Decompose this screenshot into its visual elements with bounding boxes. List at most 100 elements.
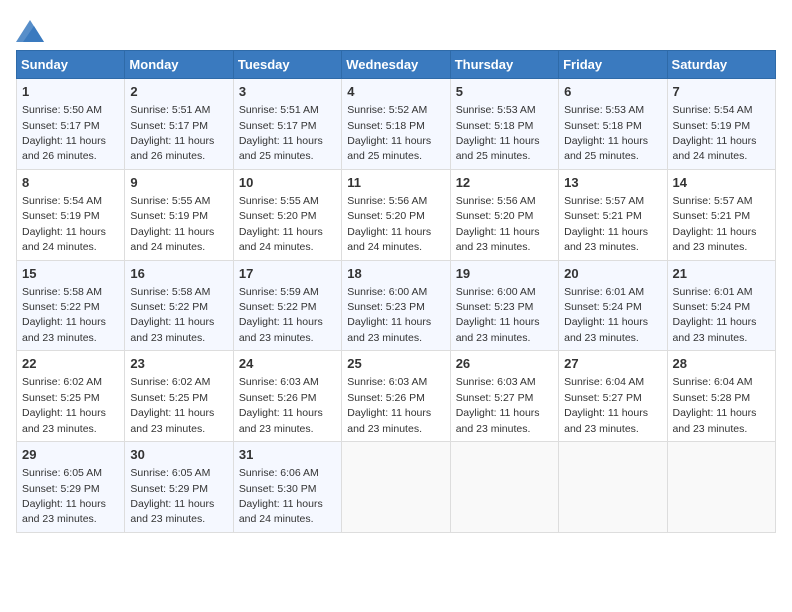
- day-number: 15: [22, 265, 119, 283]
- calendar-body: 1 Sunrise: 5:50 AM Sunset: 5:17 PM Daylig…: [17, 79, 776, 533]
- day-info: Sunrise: 6:05 AM Sunset: 5:29 PM Dayligh…: [130, 467, 214, 525]
- day-number: 8: [22, 174, 119, 192]
- calendar-cell: 13Sunrise: 5:57 AM Sunset: 5:21 PM Dayli…: [559, 169, 667, 260]
- day-number: 21: [673, 265, 770, 283]
- calendar-cell: 9 Sunrise: 5:55 AM Sunset: 5:19 PM Daylig…: [125, 169, 233, 260]
- calendar-header-row: SundayMondayTuesdayWednesdayThursdayFrid…: [17, 51, 776, 79]
- calendar-cell: 22 Sunrise: 6:02 AM Sunset: 5:25 PM Dayli…: [17, 351, 125, 442]
- page-header: [16, 16, 776, 42]
- day-info: Sunrise: 6:00 AM Sunset: 5:23 PM Dayligh…: [347, 286, 431, 344]
- calendar-week-3: 15 Sunrise: 5:58 AM Sunset: 5:22 PM Dayli…: [17, 260, 776, 351]
- day-number: 10: [239, 174, 336, 192]
- day-info: Sunrise: 6:00 AM Sunset: 5:23 PM Dayligh…: [456, 286, 540, 344]
- day-number: 3: [239, 83, 336, 101]
- day-header-wednesday: Wednesday: [342, 51, 450, 79]
- day-header-monday: Monday: [125, 51, 233, 79]
- day-number: 6: [564, 83, 661, 101]
- day-info: Sunrise: 6:01 AM Sunset: 5:24 PM Dayligh…: [673, 286, 757, 344]
- day-number: 28: [673, 355, 770, 373]
- day-info: Sunrise: 5:51 AM Sunset: 5:17 PM Dayligh…: [239, 104, 323, 162]
- day-info: Sunrise: 5:53 AM Sunset: 5:18 PM Dayligh…: [564, 104, 648, 162]
- day-number: 16: [130, 265, 227, 283]
- day-number: 5: [456, 83, 553, 101]
- day-number: 14: [673, 174, 770, 192]
- calendar-cell: 31Sunrise: 6:06 AM Sunset: 5:30 PM Dayli…: [233, 442, 341, 533]
- calendar-week-1: 1 Sunrise: 5:50 AM Sunset: 5:17 PM Daylig…: [17, 79, 776, 170]
- calendar-cell: 15 Sunrise: 5:58 AM Sunset: 5:22 PM Dayli…: [17, 260, 125, 351]
- day-number: 24: [239, 355, 336, 373]
- calendar-cell: 16 Sunrise: 5:58 AM Sunset: 5:22 PM Dayli…: [125, 260, 233, 351]
- calendar-cell: 1 Sunrise: 5:50 AM Sunset: 5:17 PM Daylig…: [17, 79, 125, 170]
- day-info: Sunrise: 5:55 AM Sunset: 5:20 PM Dayligh…: [239, 195, 323, 253]
- day-number: 17: [239, 265, 336, 283]
- day-info: Sunrise: 5:56 AM Sunset: 5:20 PM Dayligh…: [347, 195, 431, 253]
- day-header-sunday: Sunday: [17, 51, 125, 79]
- calendar-cell: 14 Sunrise: 5:57 AM Sunset: 5:21 PM Dayli…: [667, 169, 775, 260]
- day-info: Sunrise: 5:51 AM Sunset: 5:17 PM Dayligh…: [130, 104, 214, 162]
- day-number: 7: [673, 83, 770, 101]
- calendar-cell: 2 Sunrise: 5:51 AM Sunset: 5:17 PM Daylig…: [125, 79, 233, 170]
- day-info: Sunrise: 6:01 AM Sunset: 5:24 PM Dayligh…: [564, 286, 648, 344]
- logo-icon: [16, 20, 44, 42]
- day-info: Sunrise: 5:55 AM Sunset: 5:19 PM Dayligh…: [130, 195, 214, 253]
- calendar-cell: 18 Sunrise: 6:00 AM Sunset: 5:23 PM Dayli…: [342, 260, 450, 351]
- day-info: Sunrise: 5:57 AM Sunset: 5:21 PM Dayligh…: [673, 195, 757, 253]
- calendar-cell: [450, 442, 558, 533]
- day-number: 11: [347, 174, 444, 192]
- day-number: 9: [130, 174, 227, 192]
- day-info: Sunrise: 6:03 AM Sunset: 5:26 PM Dayligh…: [239, 376, 323, 434]
- day-number: 25: [347, 355, 444, 373]
- calendar-cell: [559, 442, 667, 533]
- day-info: Sunrise: 6:06 AM Sunset: 5:30 PM Dayligh…: [239, 467, 323, 525]
- day-info: Sunrise: 5:52 AM Sunset: 5:18 PM Dayligh…: [347, 104, 431, 162]
- calendar-cell: 10 Sunrise: 5:55 AM Sunset: 5:20 PM Dayli…: [233, 169, 341, 260]
- day-number: 1: [22, 83, 119, 101]
- day-number: 12: [456, 174, 553, 192]
- day-number: 4: [347, 83, 444, 101]
- calendar-cell: [667, 442, 775, 533]
- day-info: Sunrise: 5:50 AM Sunset: 5:17 PM Dayligh…: [22, 104, 106, 162]
- day-header-friday: Friday: [559, 51, 667, 79]
- calendar-cell: 20 Sunrise: 6:01 AM Sunset: 5:24 PM Dayli…: [559, 260, 667, 351]
- day-number: 19: [456, 265, 553, 283]
- calendar-cell: 25Sunrise: 6:03 AM Sunset: 5:26 PM Dayli…: [342, 351, 450, 442]
- day-info: Sunrise: 5:58 AM Sunset: 5:22 PM Dayligh…: [22, 286, 106, 344]
- calendar-week-2: 8 Sunrise: 5:54 AM Sunset: 5:19 PM Daylig…: [17, 169, 776, 260]
- calendar-cell: 11 Sunrise: 5:56 AM Sunset: 5:20 PM Dayli…: [342, 169, 450, 260]
- day-info: Sunrise: 5:54 AM Sunset: 5:19 PM Dayligh…: [22, 195, 106, 253]
- calendar-cell: 5Sunrise: 5:53 AM Sunset: 5:18 PM Daylig…: [450, 79, 558, 170]
- calendar-cell: 28 Sunrise: 6:04 AM Sunset: 5:28 PM Dayli…: [667, 351, 775, 442]
- day-info: Sunrise: 5:54 AM Sunset: 5:19 PM Dayligh…: [673, 104, 757, 162]
- day-info: Sunrise: 6:03 AM Sunset: 5:27 PM Dayligh…: [456, 376, 540, 434]
- calendar-cell: 26 Sunrise: 6:03 AM Sunset: 5:27 PM Dayli…: [450, 351, 558, 442]
- calendar-cell: 29Sunrise: 6:05 AM Sunset: 5:29 PM Dayli…: [17, 442, 125, 533]
- day-number: 26: [456, 355, 553, 373]
- day-header-thursday: Thursday: [450, 51, 558, 79]
- logo: [16, 20, 48, 42]
- calendar-cell: 6 Sunrise: 5:53 AM Sunset: 5:18 PM Daylig…: [559, 79, 667, 170]
- day-number: 27: [564, 355, 661, 373]
- calendar-cell: 17 Sunrise: 5:59 AM Sunset: 5:22 PM Dayli…: [233, 260, 341, 351]
- calendar-cell: 12 Sunrise: 5:56 AM Sunset: 5:20 PM Dayli…: [450, 169, 558, 260]
- calendar-cell: 30 Sunrise: 6:05 AM Sunset: 5:29 PM Dayli…: [125, 442, 233, 533]
- day-info: Sunrise: 5:58 AM Sunset: 5:22 PM Dayligh…: [130, 286, 214, 344]
- day-number: 29: [22, 446, 119, 464]
- day-number: 22: [22, 355, 119, 373]
- calendar-cell: 27Sunrise: 6:04 AM Sunset: 5:27 PM Dayli…: [559, 351, 667, 442]
- day-number: 30: [130, 446, 227, 464]
- day-number: 2: [130, 83, 227, 101]
- day-info: Sunrise: 5:59 AM Sunset: 5:22 PM Dayligh…: [239, 286, 323, 344]
- day-info: Sunrise: 6:04 AM Sunset: 5:28 PM Dayligh…: [673, 376, 757, 434]
- calendar-cell: 7 Sunrise: 5:54 AM Sunset: 5:19 PM Daylig…: [667, 79, 775, 170]
- calendar-table: SundayMondayTuesdayWednesdayThursdayFrid…: [16, 50, 776, 533]
- calendar-cell: 3 Sunrise: 5:51 AM Sunset: 5:17 PM Daylig…: [233, 79, 341, 170]
- day-info: Sunrise: 5:57 AM Sunset: 5:21 PM Dayligh…: [564, 195, 648, 253]
- day-number: 18: [347, 265, 444, 283]
- day-info: Sunrise: 6:02 AM Sunset: 5:25 PM Dayligh…: [22, 376, 106, 434]
- calendar-cell: 24 Sunrise: 6:03 AM Sunset: 5:26 PM Dayli…: [233, 351, 341, 442]
- day-header-saturday: Saturday: [667, 51, 775, 79]
- day-number: 20: [564, 265, 661, 283]
- day-header-tuesday: Tuesday: [233, 51, 341, 79]
- day-number: 23: [130, 355, 227, 373]
- day-info: Sunrise: 5:56 AM Sunset: 5:20 PM Dayligh…: [456, 195, 540, 253]
